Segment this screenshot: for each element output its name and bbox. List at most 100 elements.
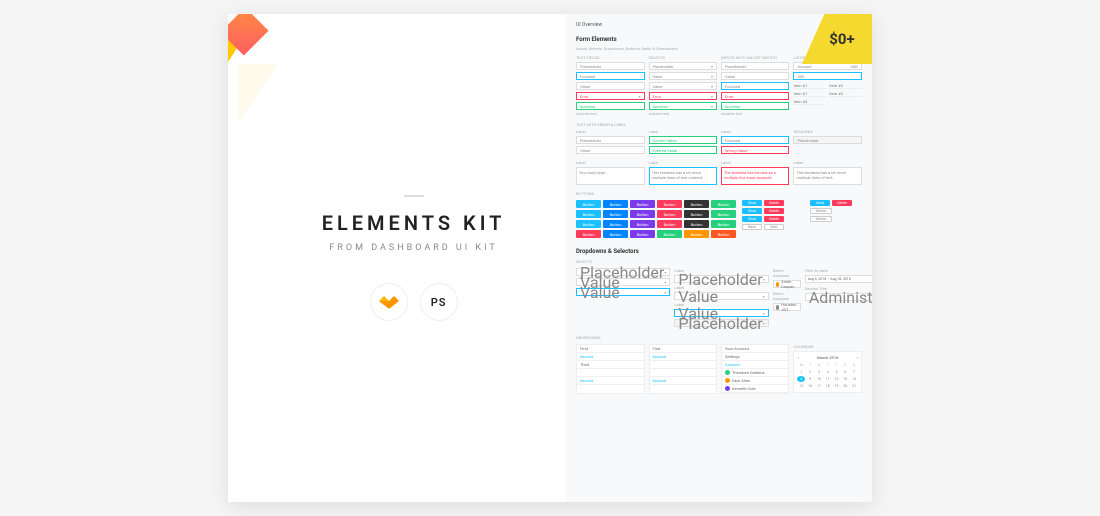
calendar-day[interactable]: 14 [850,376,858,382]
list-item[interactable]: Item #1 [793,90,826,97]
select-input[interactable]: Placeholder [674,275,768,283]
button[interactable]: Button [603,210,628,218]
calendar-day[interactable]: 18 [824,383,832,389]
menu-item[interactable]: Faye Allen [722,377,788,385]
button[interactable]: Button [576,210,601,218]
switch-input[interactable]: Value [721,72,789,80]
assignee-select[interactable]: Houston JDT [773,303,801,311]
button[interactable]: Button [810,216,832,222]
button[interactable]: Button [657,210,682,218]
calendar-day[interactable]: 4 [824,369,832,375]
menu-item[interactable]: First [650,345,716,353]
send-button[interactable]: Send [742,216,762,222]
calendar-day[interactable]: 8 [797,376,805,382]
switch-input[interactable]: Focused [721,82,789,90]
calendar-day[interactable]: 2 [806,369,814,375]
switch-input[interactable]: Success [721,102,789,110]
textarea[interactable]: This textarea has a bit more multiple li… [649,167,717,185]
button[interactable]: Button [711,210,736,218]
calendar-day[interactable]: 6 [841,369,849,375]
text-input[interactable]: Current Value [649,136,717,144]
button[interactable]: Button [576,200,601,208]
switch-input[interactable]: Placeholder [721,62,789,70]
button[interactable]: Button [657,200,682,208]
calendar-day[interactable]: 5 [833,369,841,375]
menu-item[interactable]: Account [722,361,788,369]
list-item[interactable]: Item #2 [829,82,862,89]
text-input[interactable]: Placeholder [576,62,644,70]
calendar-day[interactable]: 3 [815,369,823,375]
text-input[interactable]: Value [576,146,644,154]
switch-input[interactable]: Error [721,92,789,100]
menu-item[interactable]: Kenneth Cole [722,385,788,393]
list-item[interactable]: Item #3 [793,98,826,105]
calendar-day[interactable]: 7 [850,369,858,375]
calendar-day[interactable]: 19 [833,383,841,389]
menu-item[interactable]: Second [577,377,643,385]
button[interactable]: Button [630,200,655,208]
text-input[interactable]: Error [576,92,644,100]
button[interactable]: Button [603,230,628,238]
menu-item[interactable]: Second [650,377,716,385]
select-input[interactable]: Success [649,102,717,110]
menu-item[interactable]: First [577,345,643,353]
assignee-select[interactable]: Annie Cooper [773,280,801,288]
delete-button[interactable]: Delete [764,208,784,214]
menu-item[interactable]: Your Account [722,345,788,353]
calendar-day[interactable]: 12 [833,376,841,382]
menu-item[interactable]: Second [577,353,643,361]
button[interactable]: Button [684,200,709,208]
button[interactable]: Button [711,200,736,208]
calendar-day[interactable]: 15 [797,383,805,389]
select-input[interactable]: Value [576,288,670,296]
text-input[interactable]: Entered Value [649,146,717,154]
text-input[interactable]: Focused [721,136,789,144]
menu-item[interactable] [650,361,716,369]
select-input[interactable]: Value [649,72,717,80]
amount-input[interactable]: 400 [793,72,862,80]
text-input[interactable]: Success [576,102,644,110]
delete-button[interactable]: Delete [764,216,784,222]
send-button[interactable]: Send [742,208,762,214]
textarea[interactable]: You could type... [576,167,644,185]
menu-item[interactable]: Settings [722,353,788,361]
select-input[interactable]: Administration [805,293,872,301]
textarea[interactable]: The textarea has errored as a multiple l… [721,167,789,185]
button[interactable]: Button [684,220,709,228]
button[interactable]: Button [711,230,736,238]
button[interactable]: Button [810,208,832,214]
button[interactable]: Button [630,230,655,238]
send-button[interactable]: Send [742,200,762,206]
calendar-day[interactable]: 9 [806,376,814,382]
calendar-day[interactable]: 1 [797,369,805,375]
button[interactable]: Button [576,230,601,238]
list-item[interactable]: Item #1 [793,82,826,89]
calendar-day[interactable]: 13 [841,376,849,382]
menu-item[interactable] [577,369,643,377]
text-input[interactable]: Value [576,82,644,90]
calendar-day[interactable]: 20 [841,383,849,389]
menu-item[interactable]: Theodore Dobbins [722,369,788,377]
menu-item[interactable]: Third [577,361,643,369]
calendar-day[interactable]: 21 [850,383,858,389]
button[interactable]: Button [657,220,682,228]
calendar-day[interactable]: 11 [824,376,832,382]
back-button[interactable]: Back [742,224,762,230]
select-input[interactable]: Error [649,92,717,100]
textarea[interactable]: This textarea has a bit more multiple li… [793,167,862,185]
calendar-next-icon[interactable]: › [857,355,858,360]
button[interactable]: Button [603,200,628,208]
text-input[interactable]: Placeholder [576,136,644,144]
text-input[interactable]: Focused [576,72,644,80]
date-range-input[interactable]: Aug 6, 2018 – Aug 18, 2018 [805,275,872,283]
button[interactable]: Button [711,220,736,228]
calendar-day[interactable]: 10 [815,376,823,382]
calendar-prev-icon[interactable]: ‹ [797,355,798,360]
select-input[interactable]: Value [649,82,717,90]
next-button[interactable]: Next [764,224,784,230]
delete-button[interactable]: Delete [832,200,852,206]
button[interactable]: Button [576,220,601,228]
button[interactable]: Button [630,220,655,228]
text-input[interactable]: Wrong Value [721,146,789,154]
button[interactable]: Button [603,220,628,228]
